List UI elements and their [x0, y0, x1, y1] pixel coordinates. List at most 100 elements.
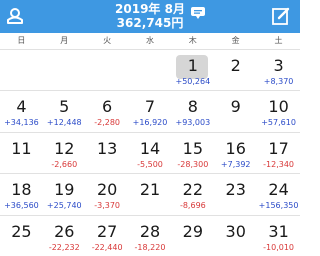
day-number: 25	[11, 221, 32, 241]
day-cell-23[interactable]: 23	[214, 173, 258, 214]
day-amount: +156,350	[258, 201, 299, 211]
empty-day-cell	[128, 49, 172, 90]
day-amount: -22,232	[48, 242, 80, 252]
day-cell-30[interactable]: 30	[214, 214, 258, 256]
day-amount: +34,136	[4, 118, 39, 128]
day-cell-1[interactable]: 1 +50,264	[171, 49, 215, 90]
weekday-thu: 木	[188, 36, 197, 45]
day-cell-7[interactable]: 7 +16,920	[128, 90, 172, 131]
day-number: 21	[139, 180, 161, 200]
day-amount: +7,392	[220, 159, 251, 169]
day-cell-5[interactable]: 5 +12,448	[42, 90, 86, 131]
day-cell-8[interactable]: 8 +93,003	[171, 90, 215, 131]
day-cell-29[interactable]: 29	[171, 214, 215, 256]
day-cell-13[interactable]: 13	[85, 131, 129, 173]
day-number: 12	[54, 138, 75, 158]
day-number: 10	[268, 97, 289, 117]
day-cell-19[interactable]: 19 +25,740	[42, 173, 86, 214]
day-cell-18[interactable]: 18 +36,560	[0, 173, 43, 214]
day-cell-3[interactable]: 3 +8,370	[257, 49, 300, 90]
day-number: 1	[187, 56, 198, 75]
day-cell-6[interactable]: 6 -2,280	[85, 90, 129, 131]
day-amount: +36,560	[4, 201, 39, 211]
day-amount: -18,220	[134, 242, 166, 252]
day-amount: +50,264	[175, 77, 211, 86]
day-amount: -5,500	[137, 159, 163, 169]
day-number: 18	[11, 180, 32, 200]
day-cell-27[interactable]: 27 -22,440	[85, 214, 129, 256]
day-number: 22	[182, 180, 204, 200]
day-amount: +93,003	[175, 118, 211, 128]
day-number: 4	[16, 97, 27, 117]
day-amount: +8,370	[263, 77, 294, 86]
day-cell-9[interactable]: 9	[214, 90, 258, 131]
day-number: 11	[11, 138, 32, 158]
weekday-wed: 水	[145, 36, 154, 45]
day-cell-25[interactable]: 25	[0, 214, 43, 256]
day-cell-24[interactable]: 24 +156,350	[257, 173, 300, 214]
day-cell-16[interactable]: 16 +7,392	[214, 131, 258, 173]
calendar-grid: 1 +50,264 2 3 +8,370 4 +34,136 5 +12,448 6 -2,280 7…	[0, 49, 300, 256]
day-number: 17	[268, 138, 289, 158]
day-number: 20	[96, 180, 118, 200]
day-cell-20[interactable]: 20 -3,370	[85, 173, 129, 214]
day-cell-17[interactable]: 17 -12,340	[257, 131, 300, 173]
day-amount: -2,280	[94, 118, 121, 128]
day-cell-26[interactable]: 26 -22,232	[42, 214, 86, 256]
weekday-tue: 火	[103, 36, 112, 45]
day-number: 3	[273, 56, 284, 75]
calendar-header: 2019年 8月 362,745円	[0, 0, 300, 33]
empty-day-cell	[42, 49, 86, 90]
day-number: 9	[230, 97, 241, 117]
day-cell-21[interactable]: 21	[128, 173, 172, 214]
day-cell-14[interactable]: 14 -5,500	[128, 131, 172, 173]
user-icon[interactable]	[6, 7, 24, 25]
day-number: 15	[182, 138, 204, 158]
month-title: 2019年 8月	[115, 2, 185, 16]
weekday-sat: 土	[274, 36, 283, 45]
day-cell-28[interactable]: 28 -18,220	[128, 214, 172, 256]
day-cell-4[interactable]: 4 +34,136	[0, 90, 43, 131]
day-number: 24	[268, 180, 289, 200]
day-cell-2[interactable]: 2	[214, 49, 258, 90]
day-cell-31[interactable]: 31 -10,010	[257, 214, 300, 256]
weekday-mon: 月	[60, 36, 69, 45]
day-number: 26	[54, 221, 75, 241]
empty-day-cell	[0, 49, 43, 90]
day-amount: +25,740	[46, 201, 82, 211]
day-number: 31	[268, 221, 289, 241]
weekday-sun: 日	[17, 36, 26, 45]
day-cell-22[interactable]: 22 -8,696	[171, 173, 215, 214]
day-amount: +12,448	[46, 118, 82, 128]
day-cell-10[interactable]: 10 +57,610	[257, 90, 300, 131]
day-number: 13	[96, 138, 118, 158]
day-number: 2	[230, 56, 241, 75]
day-amount: -8,696	[179, 201, 206, 211]
day-cell-15[interactable]: 15 -28,300	[171, 131, 215, 173]
day-number: 30	[225, 221, 246, 241]
day-amount: +16,920	[132, 118, 168, 128]
monthly-total: 362,745円	[116, 16, 184, 30]
day-amount: -28,300	[177, 159, 209, 169]
day-amount: -12,340	[263, 159, 295, 169]
day-amount: -2,660	[51, 159, 78, 169]
edit-icon[interactable]	[271, 6, 291, 26]
day-cell-12[interactable]: 12 -2,660	[42, 131, 86, 173]
empty-day-cell	[85, 49, 129, 90]
day-number: 23	[225, 180, 246, 200]
day-number: 27	[96, 221, 118, 241]
day-number: 19	[54, 180, 75, 200]
day-amount: -22,440	[91, 242, 123, 252]
day-cell-11[interactable]: 11	[0, 131, 43, 173]
weekday-fri: 金	[231, 36, 240, 45]
day-amount: -3,370	[94, 201, 121, 211]
day-number: 5	[59, 97, 70, 117]
day-number: 7	[144, 97, 156, 117]
day-number: 16	[225, 138, 246, 158]
day-amount: -10,010	[263, 242, 295, 252]
day-number: 8	[187, 97, 198, 117]
day-number: 29	[182, 221, 204, 241]
day-number: 14	[139, 138, 161, 158]
day-number: 6	[102, 97, 113, 117]
chat-icon[interactable]	[190, 6, 206, 20]
